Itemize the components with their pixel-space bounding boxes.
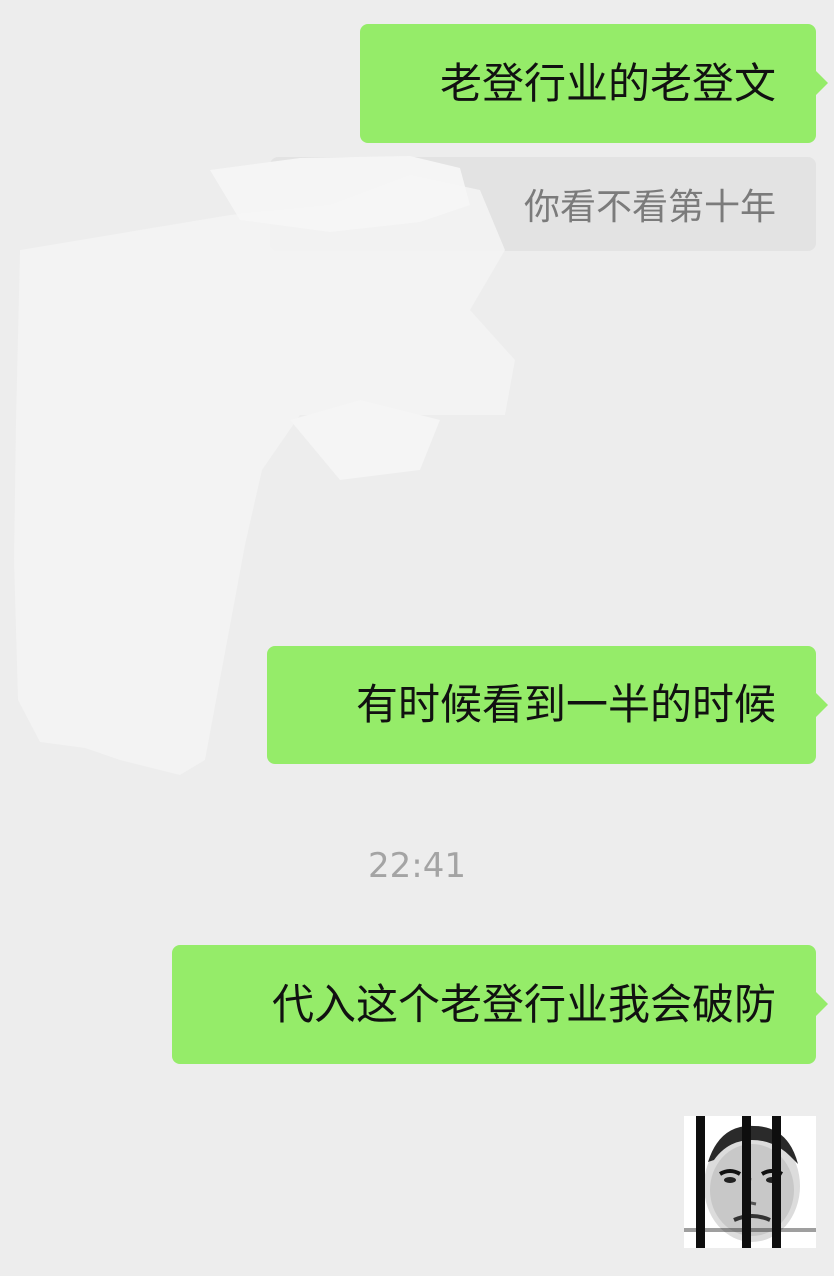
sent-message-bubble[interactable]: 代入这个老登行业我会破防 (172, 945, 828, 1064)
timestamp: 22:41 (368, 846, 466, 886)
sent-message-bubble[interactable]: 老登行业的老登文 (360, 24, 828, 143)
sticker-message[interactable] (684, 1116, 816, 1248)
quoted-message-text: 你看不看第十年 (523, 187, 776, 228)
quoted-message[interactable]: 你看不看第十年 (270, 157, 816, 251)
message-text: 有时候看到一半的时候 (355, 680, 776, 729)
sent-message-bubble[interactable]: 有时候看到一半的时候 (267, 646, 828, 764)
crying-face-behind-bars-icon (684, 1116, 816, 1248)
message-text: 老登行业的老登文 (439, 58, 776, 108)
message-text: 代入这个老登行业我会破防 (271, 979, 776, 1029)
